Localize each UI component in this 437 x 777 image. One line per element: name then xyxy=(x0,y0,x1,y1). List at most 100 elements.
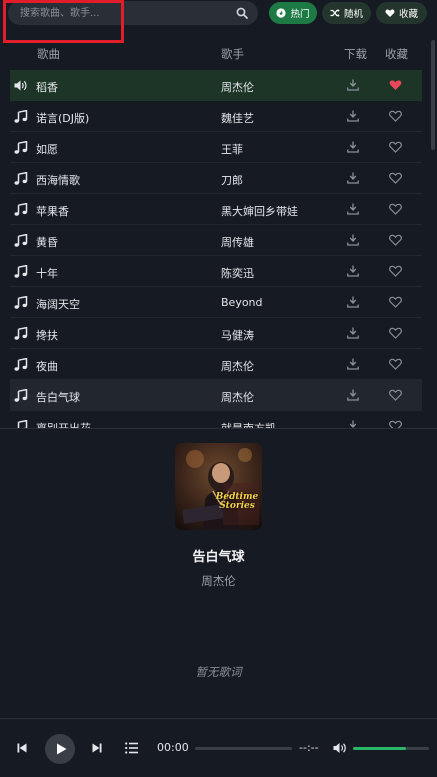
song-artist: 刀郎 xyxy=(221,172,243,188)
favorite-heart-icon[interactable] xyxy=(389,265,402,277)
favorite-heart-icon[interactable] xyxy=(389,203,402,215)
song-row[interactable]: 如愿 王菲 xyxy=(10,132,422,163)
music-note-icon xyxy=(14,389,28,402)
download-icon[interactable] xyxy=(347,234,359,246)
favorites-button-label: 收藏 xyxy=(399,6,418,20)
favorite-heart-icon[interactable] xyxy=(389,234,402,246)
favorite-heart-icon[interactable] xyxy=(389,172,402,184)
song-artist: 陈奕迅 xyxy=(221,265,254,281)
fire-icon xyxy=(276,8,286,18)
song-title: 诺言(DJ版) xyxy=(36,110,89,126)
song-row[interactable]: 夜曲周杰伦 xyxy=(10,349,422,380)
song-title: 十年 xyxy=(36,265,58,281)
search-icon[interactable] xyxy=(236,7,248,19)
song-title: 夜曲 xyxy=(36,358,58,374)
album-cover-title: BedtimeStories xyxy=(215,493,259,511)
favorite-heart-icon[interactable] xyxy=(389,79,402,91)
hot-button[interactable]: 热门 xyxy=(269,2,317,24)
column-download: 下载 xyxy=(344,46,367,62)
song-title: 搀扶 xyxy=(36,327,58,343)
song-artist: 周传雄 xyxy=(221,234,254,250)
song-title: 西海情歌 xyxy=(36,172,80,188)
column-favorite: 收藏 xyxy=(385,46,408,62)
music-note-icon xyxy=(14,296,28,309)
song-row[interactable]: 离别开出花 就是南方凯 xyxy=(10,411,422,428)
scrollbar[interactable] xyxy=(431,40,435,150)
column-header: 歌曲 歌手 下载 收藏 xyxy=(0,40,437,66)
progress-bar[interactable] xyxy=(195,747,292,750)
download-icon[interactable] xyxy=(347,172,359,184)
random-button[interactable]: 随机 xyxy=(322,2,371,24)
music-note-icon xyxy=(14,327,28,340)
current-time: 00:00 xyxy=(157,741,189,754)
search-box xyxy=(8,1,258,25)
download-icon[interactable] xyxy=(347,327,359,339)
next-icon[interactable] xyxy=(92,743,102,753)
now-playing-artist: 周杰伦 xyxy=(0,573,437,589)
download-icon[interactable] xyxy=(347,203,359,215)
song-title: 告白气球 xyxy=(36,389,80,405)
favorite-heart-icon[interactable] xyxy=(389,358,402,370)
song-row[interactable]: 西海情歌 刀郎 xyxy=(10,163,422,194)
download-icon[interactable] xyxy=(347,141,359,153)
favorite-heart-icon[interactable] xyxy=(389,110,402,122)
song-row[interactable]: 海阔天空Beyond xyxy=(10,287,422,318)
song-artist: 王菲 xyxy=(221,141,243,157)
download-icon[interactable] xyxy=(347,420,359,428)
download-icon[interactable] xyxy=(347,389,359,401)
random-button-label: 随机 xyxy=(344,6,363,20)
song-list: 稻香周杰伦诺言(DJ版)魏佳艺如愿 王菲西海情歌 刀郎苹果香黑大婶回乡带娃黄昏 周传雄… xyxy=(10,70,422,428)
favorite-heart-icon[interactable] xyxy=(389,141,402,153)
favorite-heart-icon[interactable] xyxy=(389,296,402,308)
download-icon[interactable] xyxy=(347,358,359,370)
song-title: 离别开出花 xyxy=(36,420,91,428)
song-row[interactable]: 黄昏 周传雄 xyxy=(10,225,422,256)
song-row[interactable]: 苹果香黑大婶回乡带娃 xyxy=(10,194,422,225)
music-note-icon xyxy=(14,110,28,123)
song-title: 如愿 xyxy=(36,141,58,157)
download-icon[interactable] xyxy=(347,296,359,308)
song-artist: 马健涛 xyxy=(221,327,254,343)
song-row[interactable]: 诺言(DJ版)魏佳艺 xyxy=(10,101,422,132)
play-button[interactable] xyxy=(45,734,75,764)
song-row[interactable]: 告白气球 周杰伦 xyxy=(10,380,422,411)
download-icon[interactable] xyxy=(347,79,359,91)
playlist-icon[interactable] xyxy=(125,742,138,754)
shuffle-icon xyxy=(330,8,340,18)
favorite-heart-icon[interactable] xyxy=(389,420,402,428)
music-note-icon xyxy=(14,420,28,428)
song-row[interactable]: 搀扶 马健涛 xyxy=(10,318,422,349)
favorite-heart-icon[interactable] xyxy=(389,327,402,339)
download-icon[interactable] xyxy=(347,110,359,122)
music-note-icon xyxy=(14,234,28,247)
player-bar: 00:00 --:-- xyxy=(0,718,437,777)
now-playing-title: 告白气球 xyxy=(0,546,437,565)
play-icon xyxy=(56,743,67,755)
search-input[interactable] xyxy=(20,1,225,25)
divider xyxy=(0,428,437,429)
favorites-button[interactable]: 收藏 xyxy=(376,2,427,24)
favorite-heart-icon[interactable] xyxy=(389,389,402,401)
column-artist: 歌手 xyxy=(221,46,244,62)
song-artist: 就是南方凯 xyxy=(221,420,276,428)
music-note-icon xyxy=(14,141,28,154)
top-bar: 热门 随机 收藏 xyxy=(0,0,437,36)
hot-button-label: 热门 xyxy=(290,6,309,20)
song-title: 黄昏 xyxy=(36,234,58,250)
song-row[interactable]: 稻香周杰伦 xyxy=(10,70,422,101)
duration: --:-- xyxy=(299,741,319,754)
volume-slider[interactable] xyxy=(353,747,429,750)
song-row[interactable]: 十年 陈奕迅 xyxy=(10,256,422,287)
previous-icon[interactable] xyxy=(17,743,27,753)
speaker-icon xyxy=(14,79,28,92)
music-note-icon xyxy=(14,172,28,185)
column-song: 歌曲 xyxy=(37,46,60,62)
lyrics-placeholder: 暂无歌词 xyxy=(0,664,437,680)
volume-fill xyxy=(353,747,406,750)
music-note-icon xyxy=(14,265,28,278)
album-cover: BedtimeStories xyxy=(175,443,262,530)
song-title: 苹果香 xyxy=(36,203,69,219)
download-icon[interactable] xyxy=(347,265,359,277)
song-artist: 周杰伦 xyxy=(221,389,254,405)
volume-icon[interactable] xyxy=(333,742,347,754)
